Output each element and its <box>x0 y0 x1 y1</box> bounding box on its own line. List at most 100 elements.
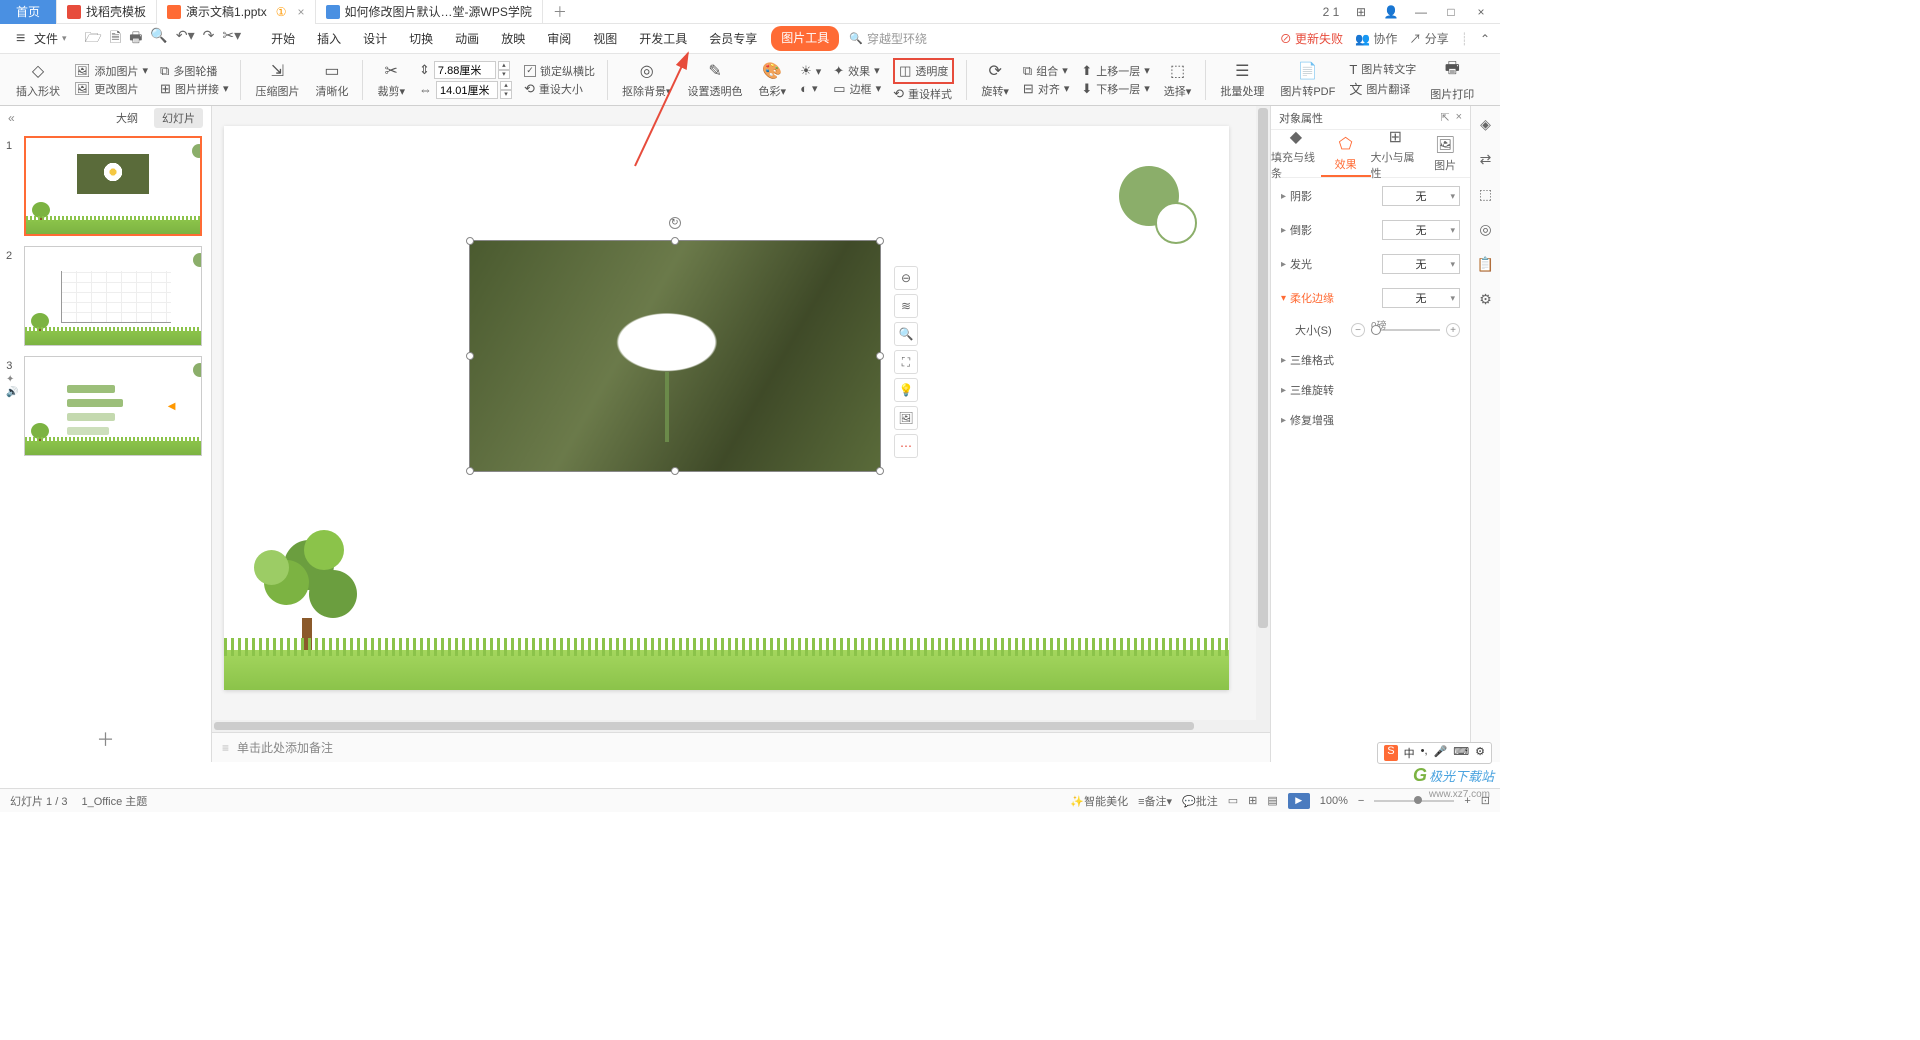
view-reading-icon[interactable]: ▤ <box>1267 794 1277 807</box>
crop-float-icon[interactable]: ⛶ <box>894 350 918 374</box>
size-plus[interactable]: + <box>1446 323 1460 337</box>
resize-handle[interactable] <box>466 467 474 475</box>
props-tab-fill[interactable]: ◆填充与线条 <box>1271 130 1321 177</box>
rotate-button[interactable]: ⟳旋转▾ <box>975 56 1015 104</box>
prop-repair[interactable]: 修复增强 <box>1290 412 1460 428</box>
zoom-level[interactable]: 100% <box>1320 795 1348 807</box>
menu-design[interactable]: 设计 <box>355 26 395 51</box>
rail-templates-icon[interactable]: ◈ <box>1480 116 1491 133</box>
resize-handle[interactable] <box>876 352 884 360</box>
print-icon[interactable]: 🖶 <box>129 27 142 51</box>
zoom-icon[interactable]: 🔍 <box>894 322 918 346</box>
props-tab-picture[interactable]: 🖼图片 <box>1420 130 1470 177</box>
idea-icon[interactable]: 💡 <box>894 378 918 402</box>
thumbnail-2[interactable] <box>24 246 202 346</box>
ime-keyboard-icon[interactable]: ⌨ <box>1453 745 1469 761</box>
resize-handle[interactable] <box>466 352 474 360</box>
picture-join-button[interactable]: ⊞图片拼接▾ <box>160 81 228 97</box>
transparency-button-highlight[interactable]: ◫透明度 <box>893 58 954 84</box>
add-picture-button[interactable]: 🖼添加图片▾ <box>74 63 148 79</box>
align-button[interactable]: ⊟对齐▾ <box>1023 81 1069 97</box>
menu-start[interactable]: 开始 <box>263 26 303 51</box>
vertical-scrollbar[interactable] <box>1256 106 1270 762</box>
menu-devtools[interactable]: 开发工具 <box>631 26 695 51</box>
width-input[interactable] <box>436 81 498 99</box>
props-tab-size[interactable]: ⊞大小与属性 <box>1371 130 1421 177</box>
panel-collapse-icon[interactable]: « <box>8 111 15 125</box>
more-float-icon[interactable]: ⋯ <box>894 434 918 458</box>
prop-reflection[interactable]: 倒影 <box>1290 222 1382 238</box>
rail-location-icon[interactable]: ◎ <box>1479 221 1491 238</box>
play-button[interactable]: ▶ <box>1288 793 1310 809</box>
to-text-button[interactable]: T图片转文字 <box>1349 61 1416 77</box>
ime-lang[interactable]: 中 <box>1404 745 1415 761</box>
border-button[interactable]: ▭边框▾ <box>833 81 881 97</box>
tab-home[interactable]: 首页 <box>0 0 57 24</box>
rail-object-icon[interactable]: ⬚ <box>1479 186 1492 203</box>
select-button[interactable]: ⬚选择▾ <box>1158 56 1198 104</box>
reflection-select[interactable]: 无 <box>1382 220 1460 240</box>
prop-shadow[interactable]: 阴影 <box>1290 188 1382 204</box>
prop-3d-format[interactable]: 三维格式 <box>1290 352 1460 368</box>
minimize-button[interactable]: — <box>1412 5 1430 19</box>
reset-size-button[interactable]: ⟲重设大小 <box>524 81 595 97</box>
height-down[interactable]: ▾ <box>498 70 510 79</box>
share-button[interactable]: ↗ 分享 <box>1409 30 1448 47</box>
ime-punct-icon[interactable]: •, <box>1421 745 1428 761</box>
view-sorter-icon[interactable]: ⊞ <box>1248 794 1257 807</box>
tab-outline[interactable]: 大纲 <box>108 108 146 128</box>
tab-slides[interactable]: 幻灯片 <box>154 108 203 128</box>
ime-mic-icon[interactable]: 🎤 <box>1434 745 1448 761</box>
compress-button[interactable]: ⇲压缩图片 <box>249 56 305 104</box>
menu-vip[interactable]: 会员专享 <box>701 26 765 51</box>
file-menu[interactable]: 文件▾ <box>10 30 73 48</box>
prop-glow[interactable]: 发光 <box>1290 256 1382 272</box>
props-pin-icon[interactable]: ⇱ <box>1440 111 1449 124</box>
zoom-out-button[interactable]: − <box>1358 795 1364 807</box>
menu-transition[interactable]: 切换 <box>401 26 441 51</box>
close-icon[interactable]: × <box>298 5 305 19</box>
glow-select[interactable]: 无 <box>1382 254 1460 274</box>
shadow-select[interactable]: 无 <box>1382 186 1460 206</box>
clarify-button[interactable]: ▭清晰化 <box>309 56 354 104</box>
menu-view[interactable]: 视图 <box>585 26 625 51</box>
zoom-out-icon[interactable]: ⊖ <box>894 266 918 290</box>
contrast-button[interactable]: ◐▾ <box>800 81 821 96</box>
rail-settings-icon[interactable]: ⚙ <box>1479 291 1492 308</box>
to-pdf-button[interactable]: 📄图片转PDF <box>1274 56 1341 104</box>
height-up[interactable]: ▴ <box>498 61 510 70</box>
layers-icon[interactable]: ≋ <box>894 294 918 318</box>
resize-handle[interactable] <box>876 467 884 475</box>
more-icon[interactable]: ✂▾ <box>222 27 241 51</box>
rail-transition-icon[interactable]: ⇄ <box>1480 151 1492 168</box>
search-box[interactable]: 穿越型环绕 <box>849 30 927 47</box>
down-layer-button[interactable]: ⬇下移一层▾ <box>1081 81 1149 97</box>
lock-ratio-checkbox[interactable]: ✓锁定纵横比 <box>524 63 595 79</box>
ime-bar[interactable]: S 中 •, 🎤 ⌨ ⚙ <box>1377 742 1492 764</box>
crop-button[interactable]: ✂裁剪▾ <box>371 56 411 104</box>
resize-handle[interactable] <box>671 467 679 475</box>
notes-toggle[interactable]: ≡备注▾ <box>1138 793 1172 809</box>
beautify-button[interactable]: ✨智能美化 <box>1070 793 1128 809</box>
thumbnail-1[interactable] <box>24 136 202 236</box>
brightness-button[interactable]: ☀▾ <box>800 63 821 79</box>
menu-picture-tools[interactable]: 图片工具 <box>771 26 839 51</box>
batch-button[interactable]: ☰批量处理 <box>1214 56 1270 104</box>
up-layer-button[interactable]: ⬆上移一层▾ <box>1081 63 1149 79</box>
menu-animation[interactable]: 动画 <box>447 26 487 51</box>
selected-image[interactable] <box>469 240 881 472</box>
change-picture-button[interactable]: 🖼更改图片 <box>74 81 148 97</box>
rail-clipboard-icon[interactable]: 📋 <box>1477 256 1494 273</box>
preview-icon[interactable]: 🔍 <box>150 27 167 51</box>
combine-button[interactable]: ⧉组合▾ <box>1023 63 1069 79</box>
redo-icon[interactable]: ↷ <box>203 27 215 51</box>
thumbnail-3[interactable]: ◀ <box>24 356 202 456</box>
color-button[interactable]: 🎨色彩▾ <box>753 56 793 104</box>
update-fail[interactable]: ⊘ 更新失败 <box>1280 30 1343 47</box>
menu-insert[interactable]: 插入 <box>309 26 349 51</box>
prop-3d-rotate[interactable]: 三维旋转 <box>1290 382 1460 398</box>
resize-handle[interactable] <box>466 237 474 245</box>
width-up[interactable]: ▴ <box>500 81 512 90</box>
reset-style-button[interactable]: ⟲重设样式 <box>893 86 954 102</box>
resize-handle[interactable] <box>876 237 884 245</box>
